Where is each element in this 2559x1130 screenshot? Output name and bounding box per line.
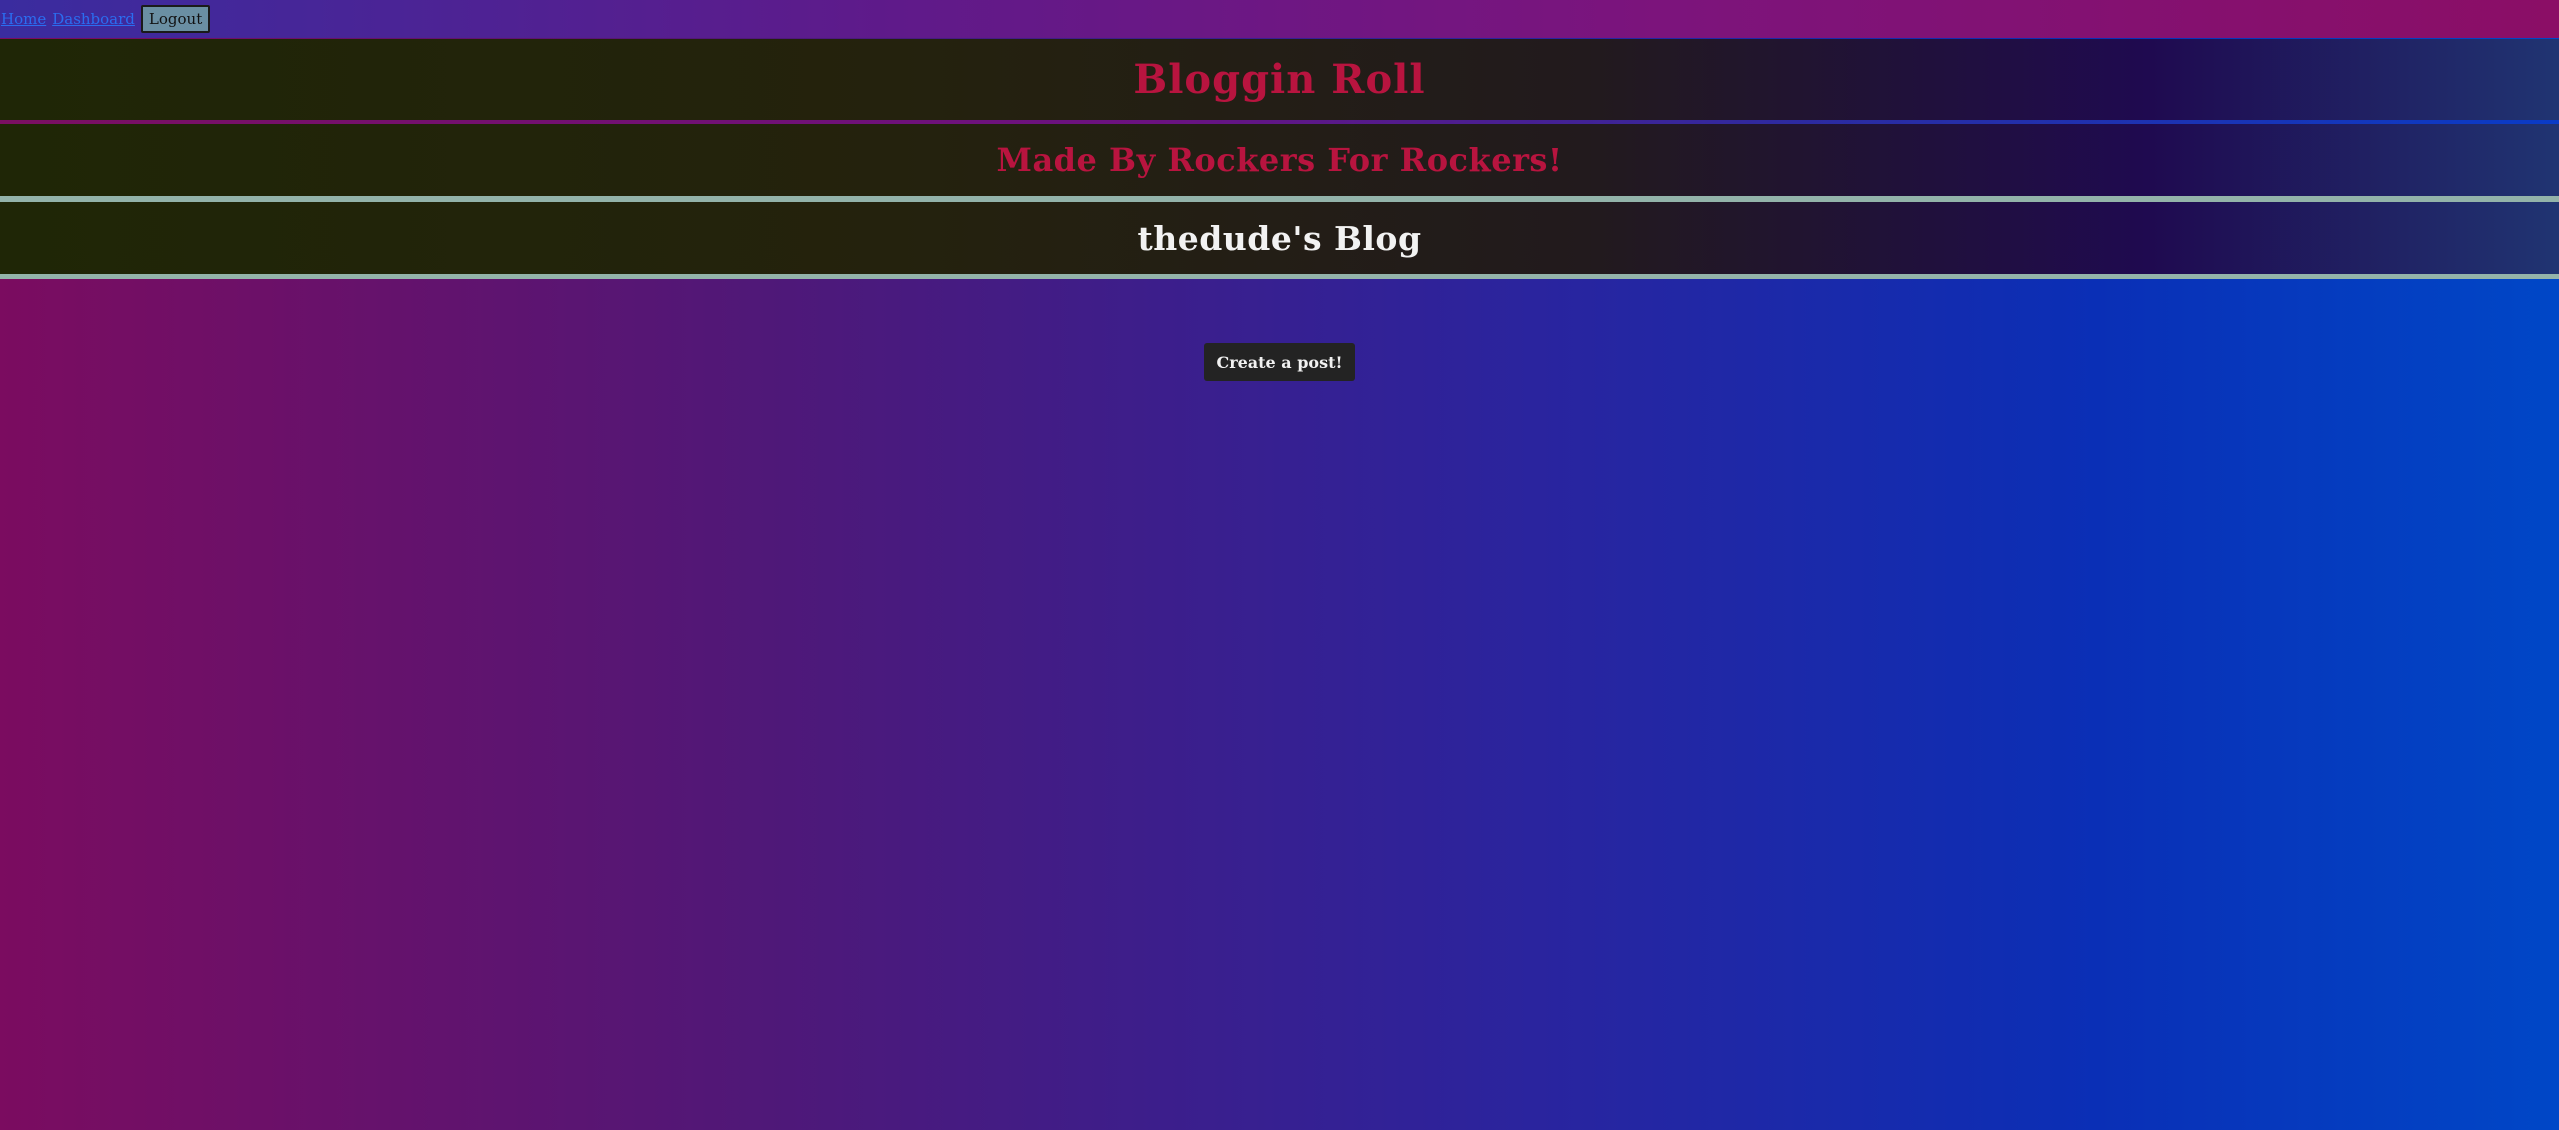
blog-heading-divider [0, 274, 2559, 279]
nav-link-dashboard[interactable]: Dashboard [52, 11, 135, 27]
tagline-band: Made By Rockers For Rockers! [0, 124, 2559, 196]
nav-link-home[interactable]: Home [1, 11, 46, 27]
logout-button[interactable]: Logout [140, 5, 211, 33]
top-navigation: Home Dashboard Logout [0, 0, 2559, 38]
site-tagline: Made By Rockers For Rockers! [996, 141, 1563, 179]
create-post-button[interactable]: Create a post! [1204, 343, 1355, 381]
create-post-area: Create a post! [0, 343, 2559, 381]
blog-heading: thedude's Blog [1137, 218, 1422, 258]
blog-heading-band: thedude's Blog [0, 202, 2559, 274]
site-title-band: Bloggin Roll [0, 39, 2559, 120]
site-title: Bloggin Roll [1133, 56, 1426, 103]
